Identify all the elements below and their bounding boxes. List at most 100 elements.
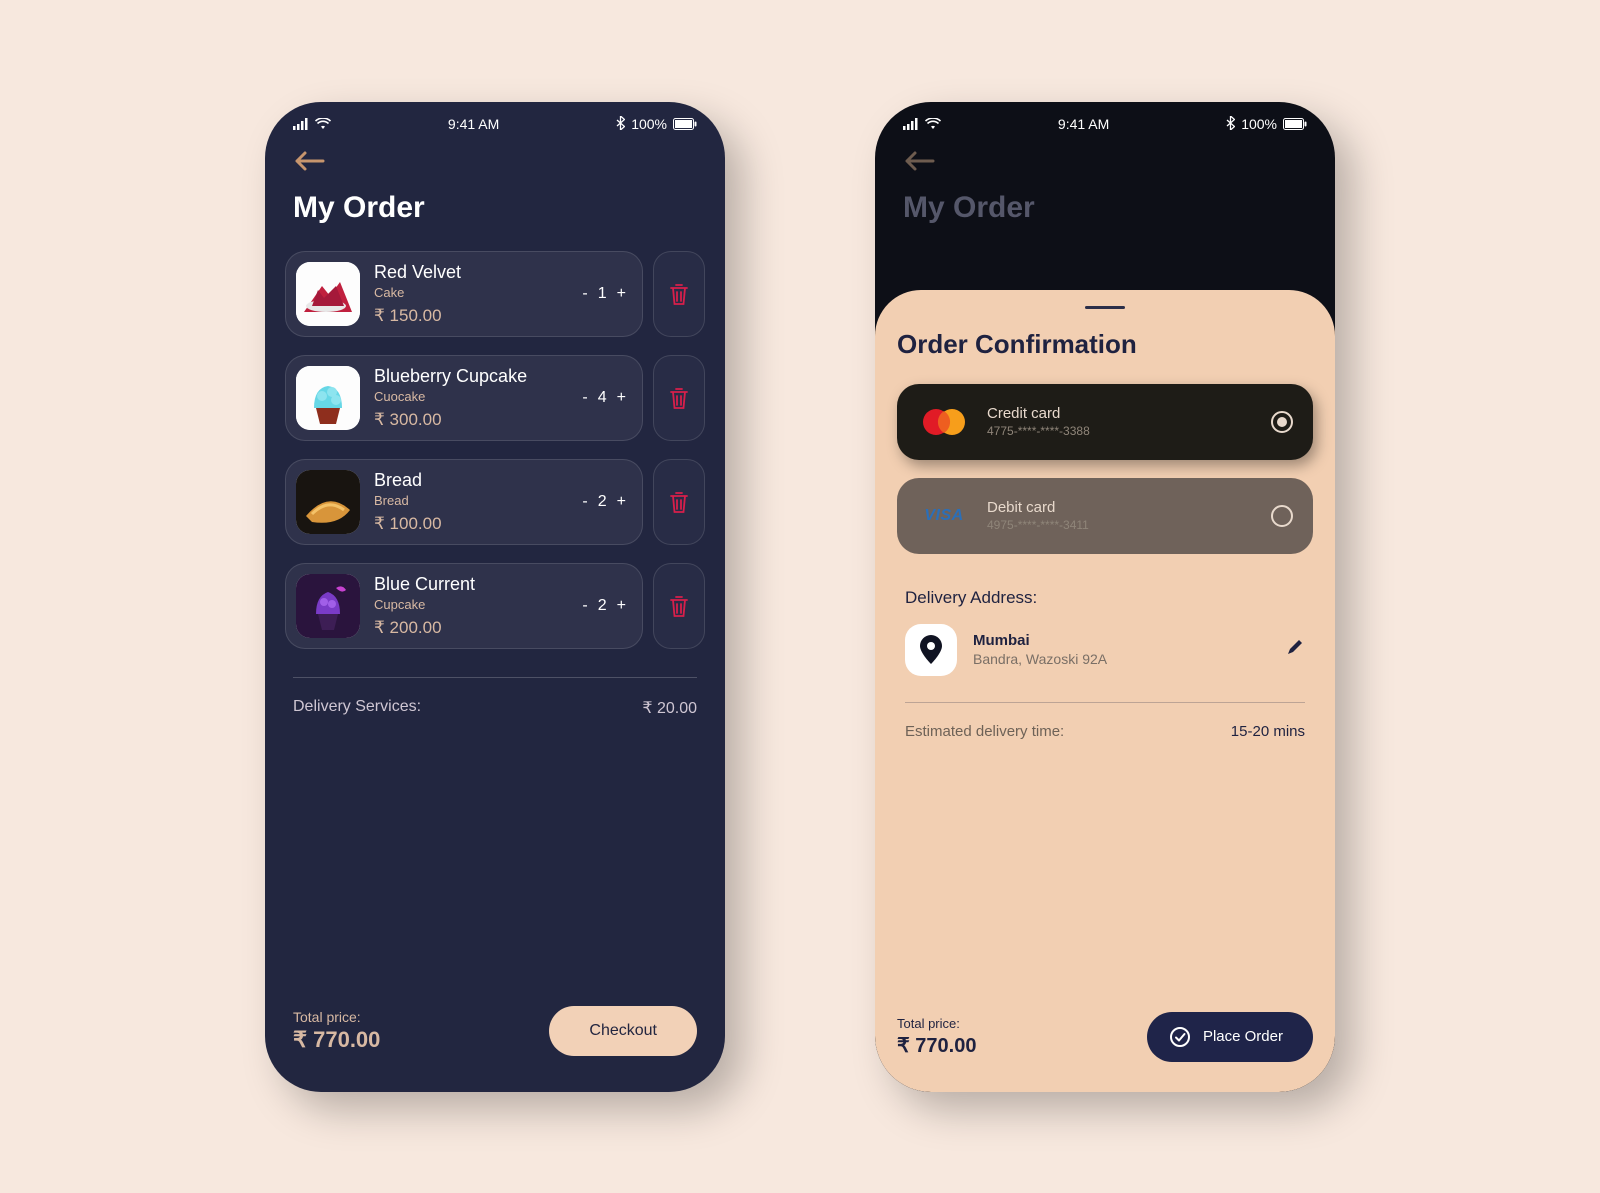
check-circle-icon: [1169, 1026, 1191, 1048]
qty-value: 2: [598, 597, 607, 615]
qty-plus[interactable]: +: [617, 285, 626, 303]
phone-order-confirmation: 9:41 AM 100% My Order Order Confirmation…: [875, 102, 1335, 1092]
delete-button[interactable]: [653, 251, 705, 337]
edit-address-button[interactable]: [1285, 637, 1305, 662]
sheet-totals: Total price: ₹ 770.00 Place Order: [897, 1012, 1313, 1062]
battery-icon: [673, 118, 697, 130]
page-title-dimmed: My Order: [875, 173, 1335, 251]
order-price: ₹ 300.00: [374, 410, 568, 430]
qty-minus[interactable]: -: [582, 285, 587, 303]
trash-icon: [668, 594, 690, 618]
checkout-button[interactable]: Checkout: [549, 1006, 697, 1056]
total-label: Total price:: [293, 1009, 380, 1025]
sheet-title: Order Confirmation: [897, 329, 1313, 360]
eta-row: Estimated delivery time: 15-20 mins: [897, 703, 1313, 740]
quantity-stepper: - 4 +: [582, 389, 626, 407]
order-row: Blue Current Cupcake ₹ 200.00 - 2 +: [285, 563, 705, 649]
qty-minus[interactable]: -: [582, 389, 587, 407]
page-title: My Order: [265, 173, 725, 251]
sheet-handle[interactable]: [1085, 306, 1125, 309]
order-card[interactable]: Bread Bread ₹ 100.00 - 2 +: [285, 459, 643, 545]
qty-minus[interactable]: -: [582, 597, 587, 615]
order-card[interactable]: Blueberry Cupcake Cuocake ₹ 300.00 - 4 +: [285, 355, 643, 441]
visa-icon: VISA: [917, 496, 971, 536]
mastercard-icon: [917, 402, 971, 442]
quantity-stepper: - 2 +: [582, 493, 626, 511]
signal-icon: [903, 118, 919, 130]
order-name: Bread: [374, 470, 568, 491]
location-icon: [905, 624, 957, 676]
payment-option-credit[interactable]: Credit card 4775-****-****-3388: [897, 384, 1313, 460]
payment-number: 4775-****-****-3388: [987, 424, 1255, 438]
totals-bar: Total price: ₹ 770.00 Checkout: [265, 1006, 725, 1056]
trash-icon: [668, 386, 690, 410]
order-row: Red Velvet Cake ₹ 150.00 - 1 +: [285, 251, 705, 337]
payment-type: Debit card: [987, 499, 1255, 516]
trash-icon: [668, 490, 690, 514]
order-price: ₹ 100.00: [374, 514, 568, 534]
place-order-label: Place Order: [1203, 1028, 1283, 1045]
order-list: Red Velvet Cake ₹ 150.00 - 1 +: [265, 251, 725, 649]
back-button[interactable]: [875, 139, 1335, 173]
delete-button[interactable]: [653, 459, 705, 545]
delete-button[interactable]: [653, 355, 705, 441]
wifi-icon: [315, 118, 331, 130]
order-category: Cake: [374, 285, 568, 300]
order-name: Red Velvet: [374, 262, 568, 283]
address-city: Mumbai: [973, 632, 1107, 649]
order-category: Bread: [374, 493, 568, 508]
back-button[interactable]: [265, 139, 725, 173]
battery-text: 100%: [1241, 116, 1277, 132]
delete-button[interactable]: [653, 563, 705, 649]
total-amount: ₹ 770.00: [897, 1033, 976, 1058]
confirmation-sheet: Order Confirmation Credit card 4775-****…: [875, 290, 1335, 1092]
qty-value: 1: [598, 285, 607, 303]
bluetooth-icon: [1226, 116, 1235, 133]
qty-value: 4: [598, 389, 607, 407]
radio-selected[interactable]: [1271, 411, 1293, 433]
qty-value: 2: [598, 493, 607, 511]
bluetooth-icon: [616, 116, 625, 133]
address-detail: Bandra, Wazoski 92A: [973, 651, 1107, 667]
order-price: ₹ 200.00: [374, 618, 568, 638]
address-row: Mumbai Bandra, Wazoski 92A: [897, 624, 1313, 676]
trash-icon: [668, 282, 690, 306]
total-amount: ₹ 770.00: [293, 1027, 380, 1053]
payment-type: Credit card: [987, 405, 1255, 422]
order-name: Blueberry Cupcake: [374, 366, 568, 387]
eta-label: Estimated delivery time:: [905, 723, 1064, 740]
qty-minus[interactable]: -: [582, 493, 587, 511]
order-row: Blueberry Cupcake Cuocake ₹ 300.00 - 4 +: [285, 355, 705, 441]
delivery-label: Delivery Services:: [293, 698, 421, 718]
signal-icon: [293, 118, 309, 130]
quantity-stepper: - 1 +: [582, 285, 626, 303]
order-row: Bread Bread ₹ 100.00 - 2 +: [285, 459, 705, 545]
payment-option-debit[interactable]: VISA Debit card 4975-****-****-3411: [897, 478, 1313, 554]
status-time: 9:41 AM: [1058, 116, 1109, 132]
eta-value: 15-20 mins: [1231, 723, 1305, 740]
order-card[interactable]: Blue Current Cupcake ₹ 200.00 - 2 +: [285, 563, 643, 649]
product-thumb: [296, 574, 360, 638]
total-label: Total price:: [897, 1016, 976, 1031]
product-thumb: [296, 366, 360, 430]
address-heading: Delivery Address:: [905, 588, 1305, 608]
delivery-row: Delivery Services: ₹ 20.00: [265, 678, 725, 718]
product-thumb: [296, 470, 360, 534]
product-thumb: [296, 262, 360, 326]
status-time: 9:41 AM: [448, 116, 499, 132]
radio-unselected[interactable]: [1271, 505, 1293, 527]
place-order-button[interactable]: Place Order: [1147, 1012, 1313, 1062]
order-category: Cupcake: [374, 597, 568, 612]
order-name: Blue Current: [374, 574, 568, 595]
qty-plus[interactable]: +: [617, 389, 626, 407]
quantity-stepper: - 2 +: [582, 597, 626, 615]
qty-plus[interactable]: +: [617, 493, 626, 511]
order-card[interactable]: Red Velvet Cake ₹ 150.00 - 1 +: [285, 251, 643, 337]
payment-number: 4975-****-****-3411: [987, 518, 1255, 532]
qty-plus[interactable]: +: [617, 597, 626, 615]
order-price: ₹ 150.00: [374, 306, 568, 326]
wifi-icon: [925, 118, 941, 130]
order-category: Cuocake: [374, 389, 568, 404]
phone-my-order: 9:41 AM 100% My Order Red Velvet Cake: [265, 102, 725, 1092]
status-bar: 9:41 AM 100%: [875, 102, 1335, 139]
